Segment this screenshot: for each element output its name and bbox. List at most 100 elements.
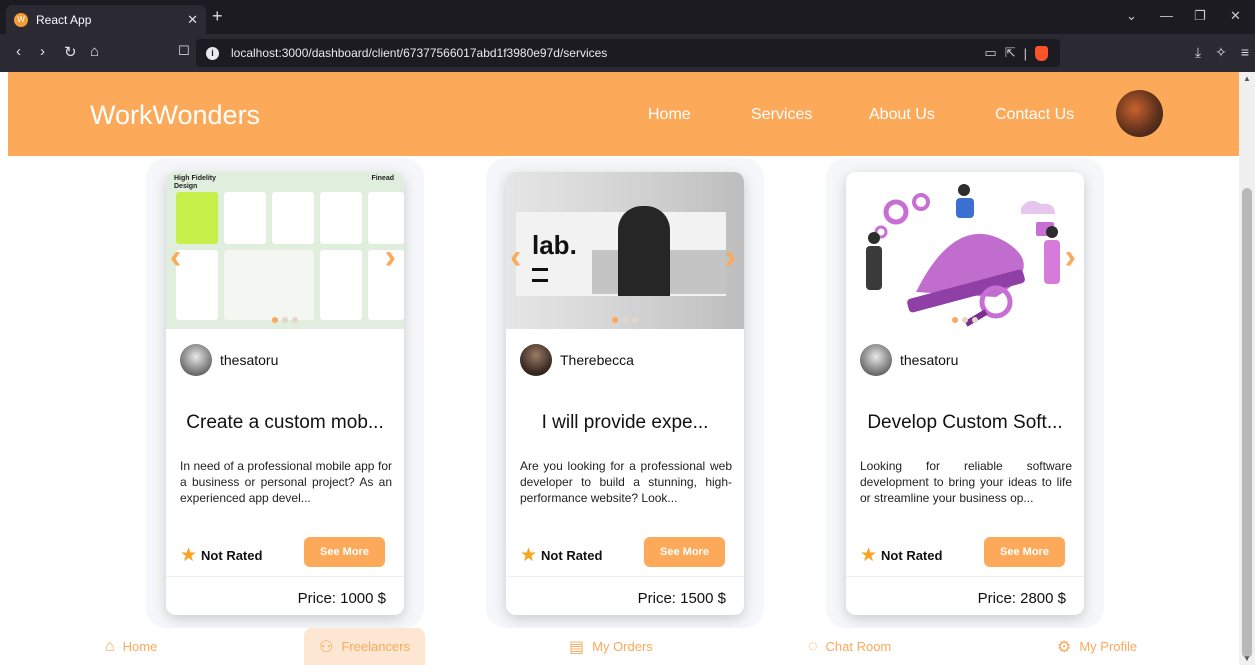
star-icon: ★ — [860, 545, 878, 566]
divider — [846, 576, 1084, 577]
rating: ★ Not Rated — [520, 544, 602, 567]
navigation-bar: ‹ › ↻ ⌂ ☐ i localhost:3000/dashboard/cli… — [0, 34, 1255, 72]
browser-toolbar-right: ⤓ ✧ ≡ — [1195, 44, 1249, 61]
person-head — [868, 232, 880, 244]
see-more-button[interactable]: See More — [644, 537, 725, 567]
see-more-button[interactable]: See More — [304, 537, 385, 567]
carousel-prev-icon[interactable]: ‹ — [510, 238, 521, 277]
address-bar[interactable]: i localhost:3000/dashboard/client/673775… — [196, 39, 1060, 67]
media-brand: Finead — [371, 175, 394, 182]
share-icon[interactable]: ⇱ — [1005, 45, 1016, 61]
service-card[interactable]: High Fidelity Design Finead ‹ › thesator… — [166, 172, 404, 615]
extensions-icon[interactable]: ✧ — [1215, 44, 1227, 61]
service-image-carousel[interactable]: › — [846, 172, 1084, 329]
separator: | — [1023, 45, 1027, 61]
bookmark-icon[interactable]: ☐ — [178, 43, 190, 59]
tab-bar: W React App ✕ + ⌄ — ❐ ✕ — [0, 0, 1255, 34]
person-body — [1044, 240, 1060, 284]
freelancer-name: Therebecca — [560, 352, 634, 368]
restore-icon[interactable]: ❐ — [1194, 8, 1206, 24]
carousel-prev-icon[interactable]: ‹ — [170, 238, 181, 277]
scrollbar-thumb[interactable] — [1242, 188, 1252, 658]
settings-icon: ⚙ — [1057, 638, 1072, 656]
bottom-nav-label: Freelancers — [341, 639, 410, 654]
service-image-carousel[interactable]: lab. ‹ › — [506, 172, 744, 329]
bottom-nav-my-orders[interactable]: ▤ My Orders — [569, 628, 653, 665]
home-icon: ⌂ — [105, 637, 115, 655]
freelancer-avatar — [520, 344, 552, 376]
bottom-nav-chat-room[interactable]: ◌ Chat Room — [808, 628, 891, 665]
window-close-icon[interactable]: ✕ — [1230, 8, 1241, 24]
tab-list-chevron-icon[interactable]: ⌄ — [1126, 8, 1137, 24]
bottom-nav-label: Chat Room — [825, 639, 892, 654]
carousel-next-icon[interactable]: › — [385, 238, 396, 277]
service-card[interactable]: › thesatoru Develop Custom Soft... Looki… — [846, 172, 1084, 615]
tab-close-icon[interactable]: ✕ — [187, 12, 198, 28]
page-scrollbar[interactable]: ▲ ▼ — [1239, 72, 1255, 665]
mockup-screen — [368, 192, 404, 244]
mockup-screen — [320, 192, 362, 244]
user-avatar[interactable] — [1116, 90, 1163, 137]
carousel-dots — [846, 317, 1084, 323]
browser-tab[interactable]: W React App ✕ — [6, 5, 206, 34]
reload-icon[interactable]: ↻ — [64, 43, 77, 61]
menu-home[interactable]: Home — [648, 106, 691, 124]
brave-shield-icon[interactable] — [1035, 45, 1048, 61]
bottom-nav-freelancers[interactable]: ⚇ Freelancers — [304, 628, 425, 665]
back-icon[interactable]: ‹ — [16, 43, 21, 60]
service-title: Develop Custom Soft... — [867, 412, 1063, 433]
carousel-next-icon[interactable]: › — [1065, 238, 1076, 277]
brand-logo[interactable]: WorkWonders — [90, 100, 260, 131]
site-header: WorkWonders Home Services About Us Conta… — [8, 72, 1239, 156]
menu-contact-us[interactable]: Contact Us — [995, 106, 1074, 124]
url-text: localhost:3000/dashboard/client/67377566… — [231, 46, 608, 60]
download-icon[interactable]: ⤓ — [1195, 44, 1201, 61]
bottom-navigation: ⌂ Home ⚇ Freelancers ▤ My Orders ◌ Chat … — [8, 628, 1239, 665]
mockup-screen — [224, 250, 314, 320]
mockup-screen — [320, 250, 362, 320]
rating-text: Not Rated — [201, 548, 263, 563]
rating-text: Not Rated — [881, 548, 943, 563]
address-bar-actions: ▭ ⇱ | — [984, 45, 1048, 61]
site-info-icon[interactable]: i — [206, 46, 219, 60]
forward-icon[interactable]: › — [40, 43, 45, 60]
scroll-down-icon[interactable]: ▼ — [1243, 654, 1251, 663]
tab-title: React App — [36, 12, 92, 27]
bottom-nav-label: My Orders — [592, 639, 653, 654]
rating: ★ Not Rated — [860, 544, 942, 567]
lab-mark — [532, 268, 548, 282]
rating-text: Not Rated — [541, 548, 603, 563]
minimize-icon[interactable]: — — [1160, 8, 1173, 23]
see-more-button[interactable]: See More — [984, 537, 1065, 567]
service-card[interactable]: lab. ‹ › Therebecca I will provide expe.… — [506, 172, 744, 615]
lab-logo: lab. — [532, 230, 577, 260]
freelancer-avatar — [860, 344, 892, 376]
divider — [506, 576, 744, 577]
service-title: I will provide expe... — [541, 412, 709, 433]
service-description: In need of a professional mobile app for… — [180, 459, 392, 505]
star-icon: ★ — [520, 545, 538, 566]
browser-window: W React App ✕ + ⌄ — ❐ ✕ ‹ › ↻ ⌂ ☐ i loca… — [0, 0, 1255, 665]
bottom-nav-my-profile[interactable]: ⚙ My Profile — [1057, 628, 1137, 665]
cast-icon[interactable]: ▭ — [984, 45, 996, 61]
carousel-dots — [166, 317, 404, 323]
service-image-carousel[interactable]: High Fidelity Design Finead ‹ › — [166, 172, 404, 329]
menu-services[interactable]: Services — [751, 106, 812, 124]
scroll-up-icon[interactable]: ▲ — [1243, 74, 1251, 83]
service-price: Price: 1000 $ — [297, 590, 386, 607]
menu-about-us[interactable]: About Us — [869, 106, 935, 124]
service-description: Are you looking for a professional web d… — [520, 459, 732, 505]
react-app-favicon-icon: W — [14, 12, 28, 27]
service-description: Looking for reliable software developmen… — [860, 459, 1072, 505]
person-head — [958, 184, 970, 196]
freelancer-name: thesatoru — [220, 352, 279, 368]
new-tab-icon[interactable]: + — [212, 6, 223, 27]
home-icon[interactable]: ⌂ — [90, 43, 99, 60]
menu-icon[interactable]: ≡ — [1241, 44, 1249, 61]
carousel-next-icon[interactable]: › — [725, 238, 736, 277]
media-heading: High Fidelity Design — [174, 175, 216, 190]
bottom-nav-home[interactable]: ⌂ Home — [105, 628, 157, 665]
bottom-nav-label: My Profile — [1079, 639, 1138, 654]
freelancer-info: thesatoru — [860, 344, 958, 376]
cloud-icon — [1021, 200, 1055, 214]
